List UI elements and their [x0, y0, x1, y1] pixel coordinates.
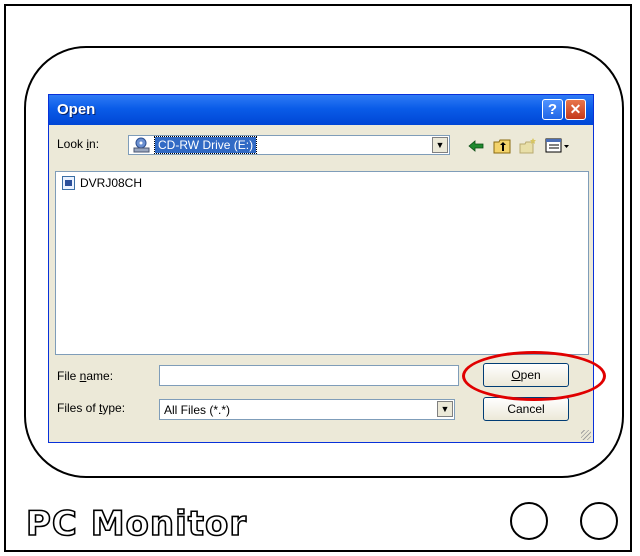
monitor-knob-left — [510, 502, 548, 540]
open-button-highlight — [462, 351, 606, 401]
file-icon — [62, 176, 75, 190]
drive-icon — [133, 137, 150, 153]
chevron-down-icon[interactable]: ▼ — [437, 401, 453, 417]
up-folder-icon[interactable] — [493, 137, 511, 155]
filetype-select[interactable]: All Files (*.*) ▼ — [159, 399, 455, 420]
filetype-value: All Files (*.*) — [164, 403, 231, 417]
monitor-knob-right — [580, 502, 618, 540]
help-button[interactable]: ? — [542, 99, 563, 120]
lookin-value: CD-RW Drive (E:) — [153, 136, 258, 154]
file-name: DVRJ08CH — [80, 176, 143, 190]
close-button[interactable]: ✕ — [565, 99, 586, 120]
back-arrow-icon[interactable] — [467, 137, 485, 155]
lookin-combo[interactable]: CD-RW Drive (E:) ▼ — [128, 135, 450, 155]
new-folder-icon[interactable] — [519, 137, 537, 155]
file-list[interactable]: DVRJ08CH — [55, 171, 589, 355]
dialog-title: Open — [57, 101, 96, 118]
filename-input[interactable] — [159, 365, 459, 386]
filetype-label: Files of type: — [57, 401, 126, 415]
monitor-brand: PC Monitor — [25, 503, 248, 545]
views-menu-icon[interactable] — [545, 137, 571, 155]
filename-label: File name: — [57, 369, 114, 383]
chevron-down-icon[interactable]: ▼ — [432, 137, 448, 153]
resize-grip[interactable] — [581, 430, 591, 440]
lookin-label: Look in: — [57, 137, 100, 151]
dialog-titlebar[interactable]: Open ? ✕ — [49, 95, 593, 125]
